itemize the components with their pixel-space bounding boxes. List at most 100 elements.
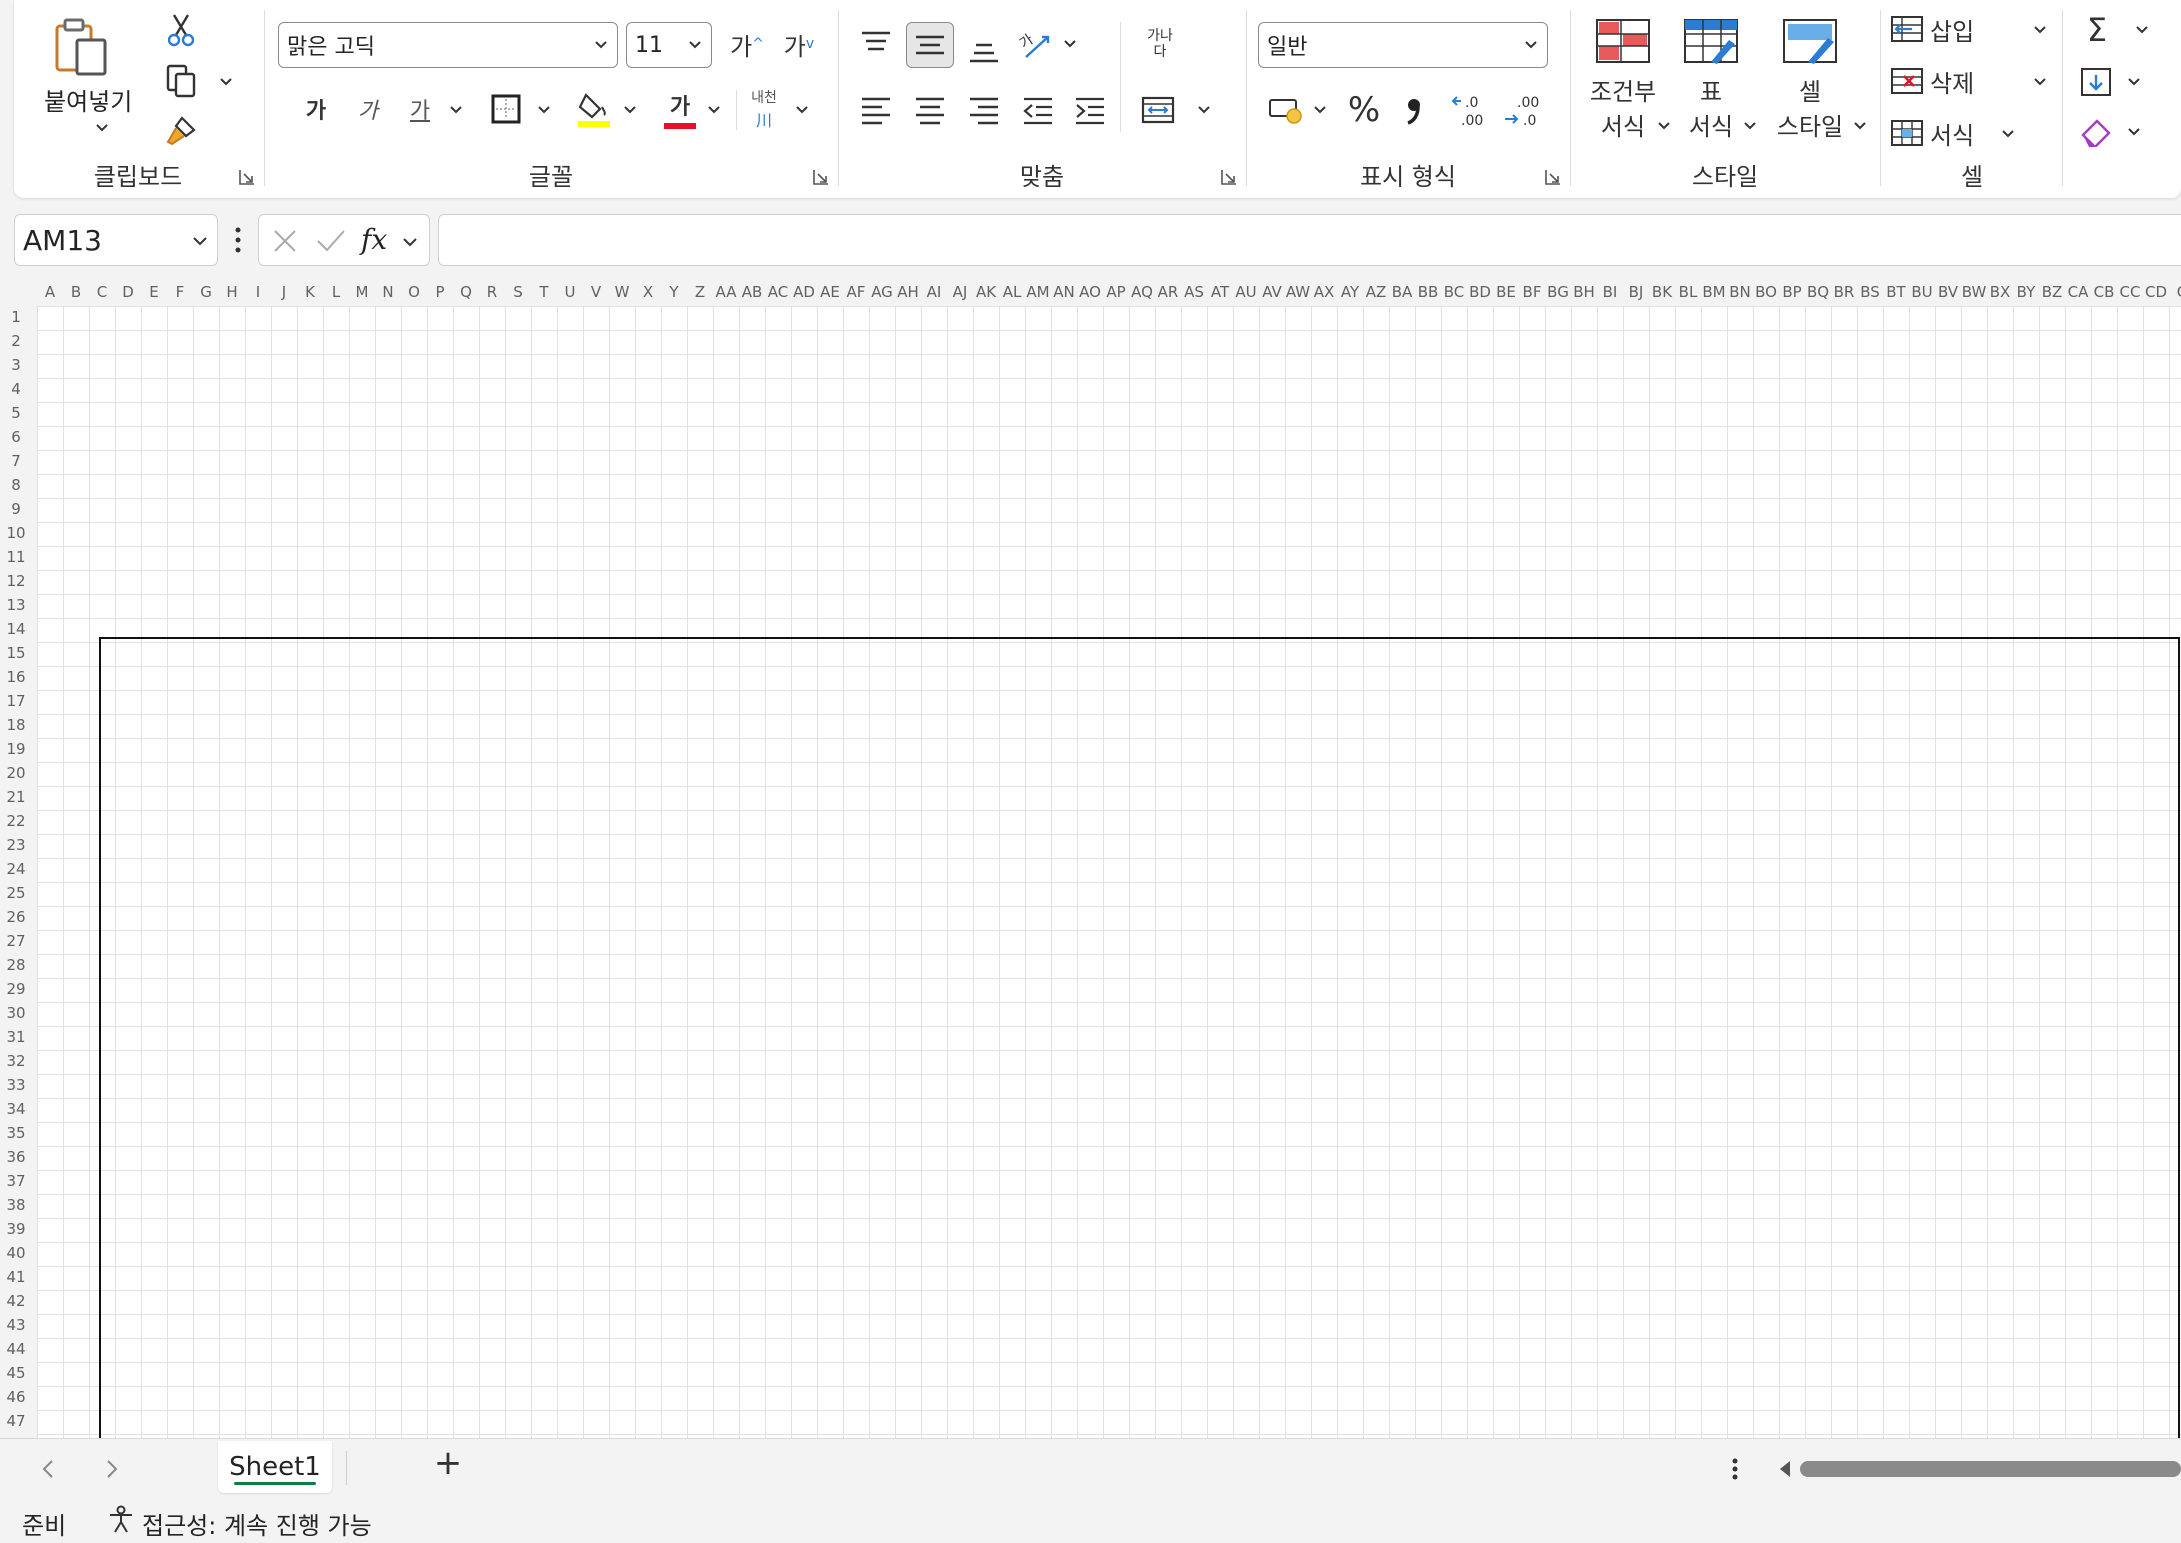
row-header[interactable]: 11: [0, 548, 32, 572]
column-header[interactable]: BO: [1753, 280, 1779, 304]
column-header[interactable]: CB: [2091, 280, 2117, 304]
column-header[interactable]: K: [297, 280, 323, 304]
column-header[interactable]: N: [375, 280, 401, 304]
borders-dropdown-chevron-icon[interactable]: [536, 102, 552, 118]
row-header[interactable]: 2: [0, 332, 32, 356]
row-header[interactable]: 3: [0, 356, 32, 380]
row-header[interactable]: 29: [0, 980, 32, 1004]
column-header[interactable]: AG: [869, 280, 895, 304]
column-header[interactable]: U: [557, 280, 583, 304]
column-header[interactable]: CD: [2143, 280, 2169, 304]
row-header[interactable]: 17: [0, 692, 32, 716]
accessibility-person-icon[interactable]: [106, 1504, 136, 1534]
orientation-dropdown-chevron-icon[interactable]: [1062, 36, 1078, 52]
sheet-tab-sheet1[interactable]: Sheet1: [218, 1441, 332, 1493]
column-header[interactable]: Q: [453, 280, 479, 304]
column-header[interactable]: R: [479, 280, 505, 304]
clipboard-dialog-launcher-icon[interactable]: [238, 168, 256, 186]
chevron-down-icon[interactable]: [191, 232, 209, 250]
italic-button[interactable]: 가: [348, 88, 388, 130]
chevron-down-icon[interactable]: [1523, 37, 1539, 53]
align-top-icon[interactable]: [854, 22, 898, 66]
column-header[interactable]: AB: [739, 280, 765, 304]
format-chevron-icon[interactable]: [2000, 126, 2016, 142]
wrap-text-button[interactable]: 가나 다: [1132, 18, 1188, 70]
column-header[interactable]: L: [323, 280, 349, 304]
align-center-icon[interactable]: [908, 88, 952, 132]
column-header[interactable]: AO: [1077, 280, 1103, 304]
column-header[interactable]: AM: [1025, 280, 1051, 304]
column-header[interactable]: AV: [1259, 280, 1285, 304]
percent-style-button[interactable]: %: [1342, 88, 1386, 132]
row-header[interactable]: 4: [0, 380, 32, 404]
row-header[interactable]: 36: [0, 1148, 32, 1172]
row-header[interactable]: 39: [0, 1220, 32, 1244]
column-header[interactable]: BK: [1649, 280, 1675, 304]
row-header[interactable]: 33: [0, 1076, 32, 1100]
row-header[interactable]: 8: [0, 476, 32, 500]
delete-cells-button[interactable]: 삭제: [1890, 62, 2040, 100]
column-header[interactable]: BD: [1467, 280, 1493, 304]
paste-label[interactable]: 붙여넣기: [44, 82, 132, 117]
column-header[interactable]: BS: [1857, 280, 1883, 304]
column-header[interactable]: AW: [1285, 280, 1311, 304]
column-header[interactable]: I: [245, 280, 271, 304]
column-header[interactable]: BJ: [1623, 280, 1649, 304]
delete-chevron-icon[interactable]: [2032, 74, 2048, 90]
add-sheet-plus-button[interactable]: +: [428, 1443, 468, 1487]
autosum-chevron-icon[interactable]: [2134, 22, 2150, 38]
column-header[interactable]: AT: [1207, 280, 1233, 304]
column-header[interactable]: BE: [1493, 280, 1519, 304]
fill-color-dropdown-chevron-icon[interactable]: [622, 102, 638, 118]
decrease-indent-icon[interactable]: [1016, 88, 1060, 132]
row-header[interactable]: 40: [0, 1244, 32, 1268]
column-header[interactable]: CC: [2117, 280, 2143, 304]
chevron-down-icon[interactable]: [401, 233, 419, 251]
column-header[interactable]: BB: [1415, 280, 1441, 304]
merge-dropdown-chevron-icon[interactable]: [1196, 102, 1212, 118]
format-painter-brush-icon[interactable]: [164, 112, 198, 150]
column-header[interactable]: BZ: [2039, 280, 2065, 304]
decrease-font-size-button[interactable]: 가v: [776, 24, 822, 64]
merge-center-icon[interactable]: [1136, 88, 1180, 132]
cut-scissors-icon[interactable]: [164, 12, 198, 48]
row-header[interactable]: 5: [0, 404, 32, 428]
row-header[interactable]: 30: [0, 1004, 32, 1028]
column-header[interactable]: AQ: [1129, 280, 1155, 304]
row-header[interactable]: 13: [0, 596, 32, 620]
accounting-dropdown-chevron-icon[interactable]: [1312, 102, 1328, 118]
row-header[interactable]: 15: [0, 644, 32, 668]
font-size-combobox[interactable]: 11: [626, 22, 712, 68]
column-header[interactable]: AY: [1337, 280, 1363, 304]
row-header[interactable]: 18: [0, 716, 32, 740]
row-header[interactable]: 12: [0, 572, 32, 596]
column-header[interactable]: BW: [1961, 280, 1987, 304]
row-header[interactable]: 42: [0, 1292, 32, 1316]
scroll-left-triangle-icon[interactable]: [1776, 1457, 1794, 1481]
column-header[interactable]: BR: [1831, 280, 1857, 304]
bold-button[interactable]: 가: [296, 88, 336, 130]
column-header[interactable]: BG: [1545, 280, 1571, 304]
column-header[interactable]: BU: [1909, 280, 1935, 304]
chevron-down-icon[interactable]: [687, 37, 703, 53]
column-header[interactable]: CA: [2065, 280, 2091, 304]
column-header[interactable]: M: [349, 280, 375, 304]
column-header[interactable]: BT: [1883, 280, 1909, 304]
cancel-x-icon[interactable]: [271, 227, 299, 255]
column-header[interactable]: BX: [1987, 280, 2013, 304]
column-header[interactable]: J: [271, 280, 297, 304]
scroll-tabs-left-chevron-icon[interactable]: [38, 1457, 58, 1481]
column-header[interactable]: BA: [1389, 280, 1415, 304]
borders-icon[interactable]: [486, 88, 526, 130]
column-header[interactable]: AS: [1181, 280, 1207, 304]
row-header[interactable]: 27: [0, 932, 32, 956]
column-header[interactable]: AJ: [947, 280, 973, 304]
increase-font-size-button[interactable]: 가 ^: [724, 24, 770, 64]
horizontal-scrollbar-thumb[interactable]: [1800, 1461, 2181, 1477]
column-header[interactable]: BC: [1441, 280, 1467, 304]
column-header[interactable]: BV: [1935, 280, 1961, 304]
column-header[interactable]: H: [219, 280, 245, 304]
column-header[interactable]: AI: [921, 280, 947, 304]
column-header[interactable]: AE: [817, 280, 843, 304]
row-header[interactable]: 7: [0, 452, 32, 476]
